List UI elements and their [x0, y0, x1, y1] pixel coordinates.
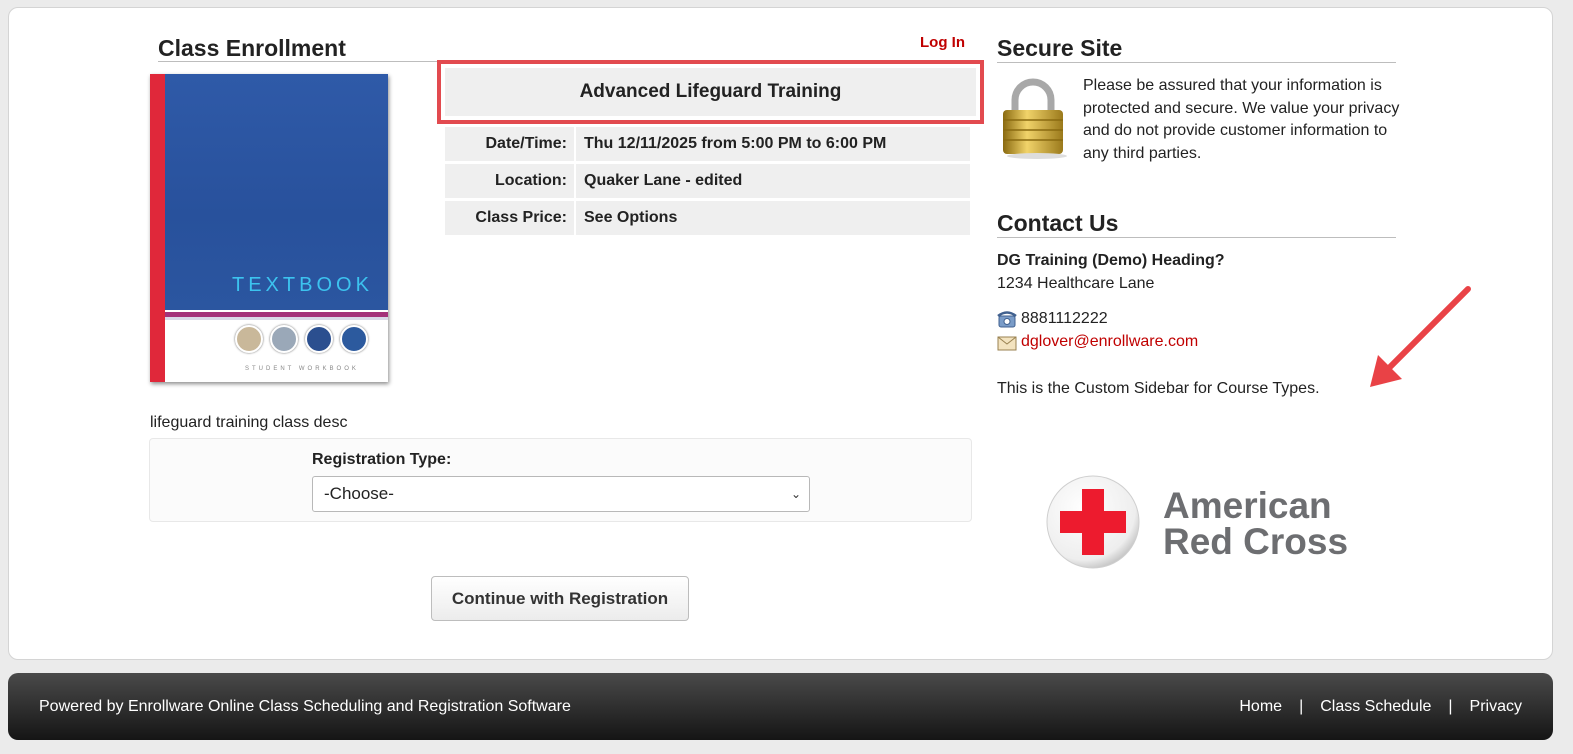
org-address: 1234 Healthcare Lane [997, 275, 1155, 292]
footer-separator: | [1299, 698, 1304, 715]
detail-label: Date/Time: [445, 127, 574, 161]
continue-registration-button[interactable]: Continue with Registration [431, 576, 689, 621]
logo-line2: Red Cross [1163, 521, 1348, 562]
secure-site-text: Please be assured that your information … [1083, 77, 1400, 162]
detail-row-datetime: Date/Time: Thu 12/11/2025 from 5:00 PM t… [445, 127, 970, 161]
textbook-cover-image: TEXTBOOK STUDENT WORKBOOK [150, 74, 388, 382]
contact-heading: Contact Us [997, 210, 1119, 236]
page-title: Class Enrollment [158, 35, 346, 61]
class-title-highlight: Advanced Lifeguard Training [437, 60, 984, 124]
powered-by-text: Powered by Enrollware Online Class Sched… [39, 698, 571, 715]
class-description: lifeguard training class desc [150, 414, 348, 431]
american-red-cross-logo: American Red Cross [1046, 475, 1348, 569]
footer-link-home[interactable]: Home [1239, 698, 1282, 716]
footer-link-class-schedule[interactable]: Class Schedule [1320, 698, 1431, 716]
email-link[interactable]: dglover@enrollware.com [1021, 333, 1198, 351]
secure-divider [997, 62, 1396, 63]
detail-value: Thu 12/11/2025 from 5:00 PM to 6:00 PM [576, 127, 970, 161]
annotation-arrow-icon [1370, 286, 1471, 387]
detail-row-price: Class Price: See Options [445, 201, 970, 235]
logo-line1: American [1163, 485, 1332, 526]
class-title: Advanced Lifeguard Training [445, 68, 976, 116]
email-row: dglover@enrollware.com [997, 333, 1198, 351]
registration-type-select[interactable]: -Choose- ⌄ [312, 476, 810, 512]
phone-number: 8881112222 [1021, 310, 1108, 327]
registration-type-label: Registration Type: [312, 451, 452, 468]
detail-value: See Options [576, 201, 970, 235]
phone-icon [997, 311, 1017, 328]
phone-row: 8881112222 [997, 310, 1108, 328]
book-subtitle: STUDENT WORKBOOK [245, 366, 359, 372]
detail-label: Class Price: [445, 201, 574, 235]
registration-type-value: -Choose- [324, 484, 394, 503]
detail-value: Quaker Lane - edited [576, 164, 970, 198]
footer-link-privacy[interactable]: Privacy [1470, 698, 1522, 716]
book-cover-title: TEXTBOOK [232, 274, 373, 296]
envelope-icon [997, 336, 1017, 351]
org-name: DG Training (Demo) Heading? [997, 252, 1225, 269]
detail-label: Location: [445, 164, 574, 198]
footer-separator: | [1448, 698, 1453, 715]
secure-site-heading: Secure Site [997, 35, 1123, 61]
footer: Powered by Enrollware Online Class Sched… [8, 673, 1553, 740]
footer-links: Home | Class Schedule | Privacy [1239, 698, 1522, 716]
detail-row-location: Location: Quaker Lane - edited [445, 164, 970, 198]
contact-divider [997, 237, 1396, 238]
login-link[interactable]: Log In [920, 34, 965, 51]
padlock-icon [1003, 78, 1067, 159]
custom-sidebar-note: This is the Custom Sidebar for Course Ty… [997, 380, 1320, 397]
chevron-down-icon: ⌄ [790, 487, 801, 501]
